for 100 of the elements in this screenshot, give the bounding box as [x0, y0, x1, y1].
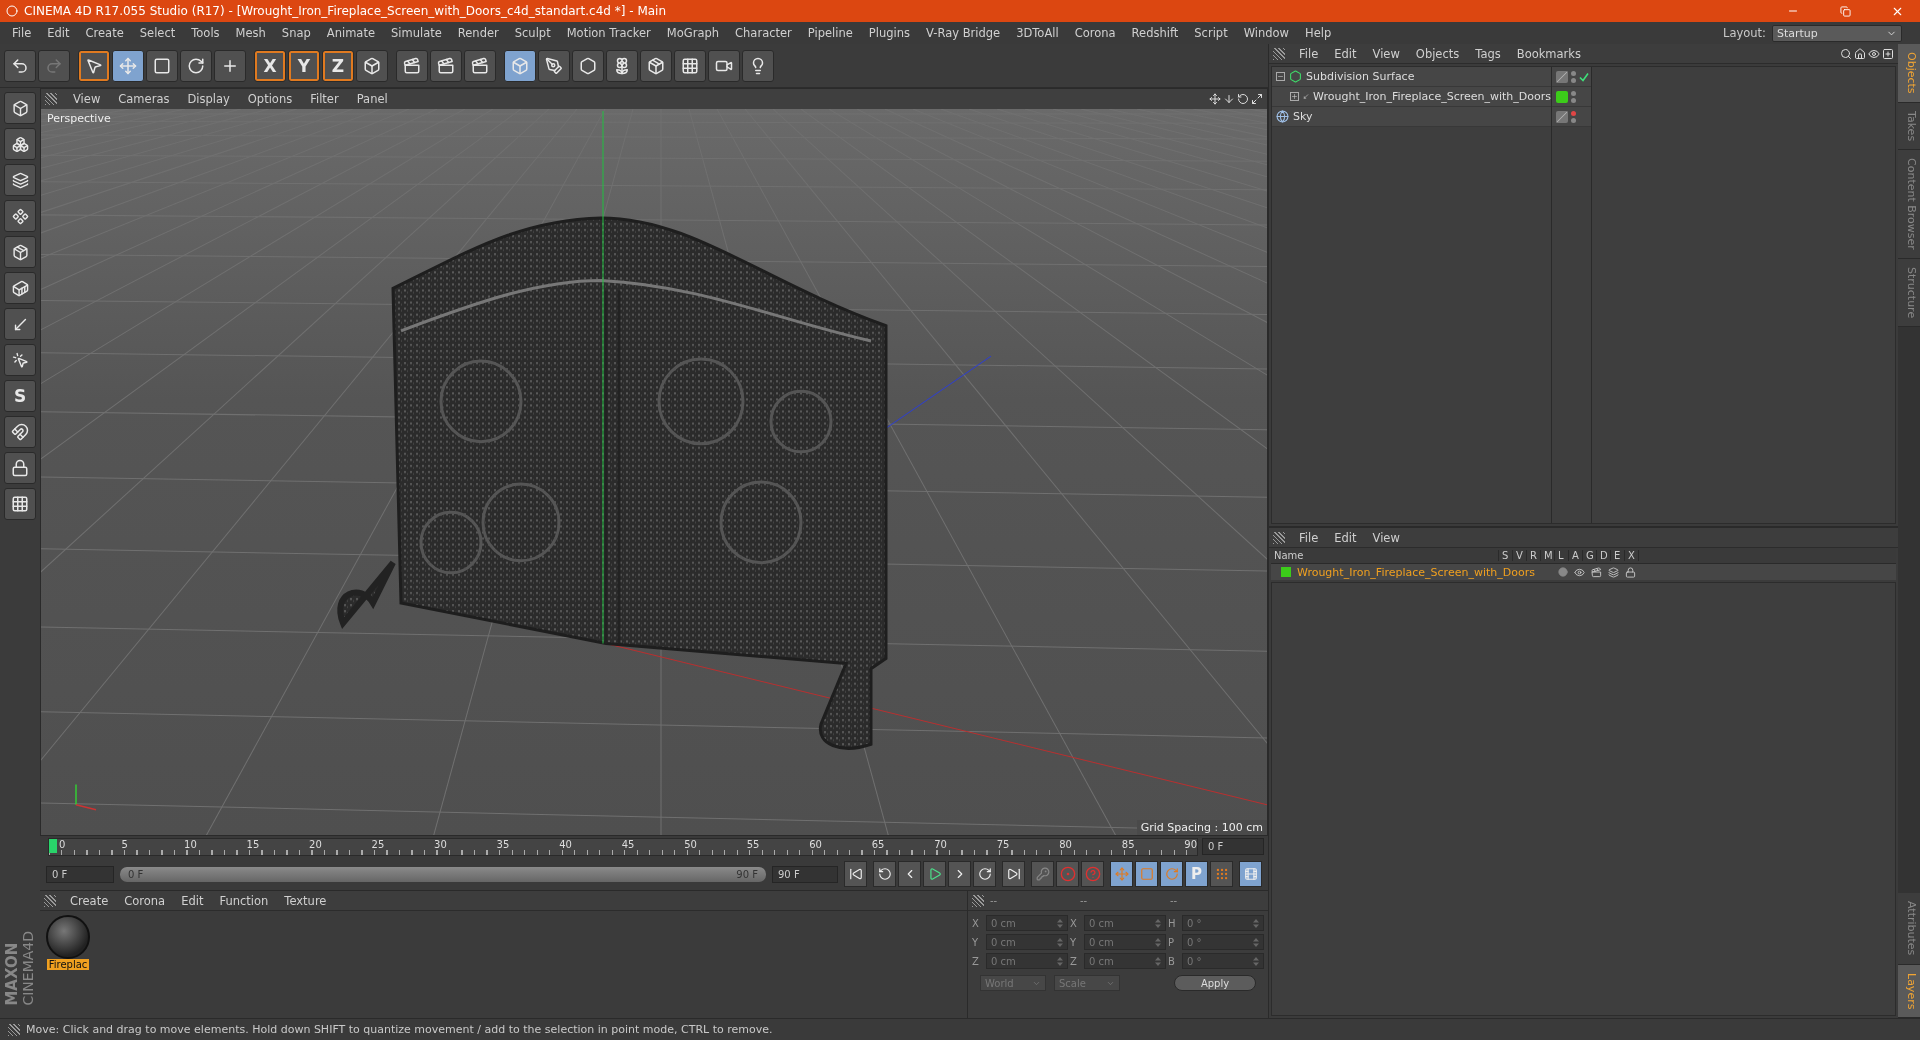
menu-item[interactable]: Character	[727, 26, 800, 40]
go-to-end-button[interactable]	[1002, 861, 1025, 887]
floor-button[interactable]	[674, 49, 706, 82]
next-key-button[interactable]	[973, 861, 996, 887]
collapse-toggle-icon[interactable]	[1276, 72, 1285, 81]
axis-button[interactable]	[4, 308, 36, 340]
grid-button[interactable]	[4, 488, 36, 520]
timeline-button[interactable]	[1239, 861, 1262, 887]
object-menu-item[interactable]: Edit	[1326, 46, 1365, 61]
menu-item[interactable]: Create	[77, 26, 132, 40]
layer-menu-item[interactable]: View	[1364, 530, 1408, 545]
object-row[interactable]: Wrought_Iron_Fireplace_Screen_with_Doors	[1272, 87, 1551, 107]
cube-button[interactable]	[504, 49, 536, 82]
key-position-button[interactable]	[1110, 861, 1133, 887]
timeline-ruler[interactable]: 0 5 10 15 20 25 30 35 40 45 50 55 60 65 70 75 80 85 90	[48, 838, 1198, 856]
viewport-menu-item[interactable]: Display	[179, 92, 238, 106]
menu-item[interactable]: 3DToAll	[1008, 26, 1067, 40]
layer-menu-item[interactable]: File	[1291, 530, 1327, 545]
menu-item[interactable]: Window	[1235, 26, 1297, 40]
viewport-menu-item[interactable]: Panel	[348, 92, 396, 106]
layout-dropdown[interactable]: Startup	[1772, 24, 1902, 42]
menu-item[interactable]: Mesh	[227, 26, 274, 40]
visibility-dots-icon[interactable]	[1571, 110, 1576, 123]
menu-item[interactable]: Corona	[1066, 26, 1124, 40]
material-menu-item[interactable]: Edit	[173, 893, 212, 908]
key-scale-button[interactable]	[1135, 861, 1158, 887]
menu-item[interactable]: Select	[131, 26, 184, 40]
key-rotation-button[interactable]	[1160, 861, 1183, 887]
menu-item[interactable]: MoGraph	[658, 26, 728, 40]
current-frame-field[interactable]: 0 F	[1202, 838, 1264, 855]
apply-button[interactable]: Apply	[1174, 975, 1256, 991]
expand-toggle-icon[interactable]	[1290, 92, 1299, 101]
snap-button[interactable]: S	[4, 380, 36, 412]
menu-item[interactable]: Script	[1186, 26, 1236, 40]
material-menu-item[interactable]: Texture	[276, 893, 335, 908]
cloner-button[interactable]	[606, 49, 638, 82]
axis-lock-button[interactable]: Y	[288, 49, 320, 82]
motion-record-button[interactable]	[1031, 861, 1054, 887]
visibility-dots-icon[interactable]	[1571, 70, 1576, 83]
magnet-button[interactable]	[4, 416, 36, 448]
menu-item[interactable]: Pipeline	[799, 26, 861, 40]
rotate-button[interactable]	[180, 49, 212, 82]
object-menu-item[interactable]: File	[1291, 46, 1327, 61]
light-button[interactable]	[742, 49, 774, 82]
menu-item[interactable]: Tools	[183, 26, 228, 40]
menu-item[interactable]: Render	[449, 26, 507, 40]
previous-frame-button[interactable]	[898, 861, 921, 887]
undo-button[interactable]	[4, 49, 36, 82]
pen-button[interactable]	[538, 49, 570, 82]
camera-button[interactable]	[708, 49, 740, 82]
points-mode-button[interactable]	[4, 200, 36, 232]
object-menu-item[interactable]: View	[1364, 46, 1408, 61]
material-menu-item[interactable]: Corona	[116, 893, 174, 908]
axis-lock-button[interactable]: X	[254, 49, 286, 82]
autokey-button[interactable]	[1081, 861, 1104, 887]
menu-item[interactable]: Edit	[39, 26, 78, 40]
viewport-canvas[interactable]: Perspective Grid Spacing : 100 cm	[41, 109, 1267, 835]
layer-menu-item[interactable]: Edit	[1326, 530, 1365, 545]
object-menu-item[interactable]: Objects	[1407, 46, 1468, 61]
key-points-button[interactable]	[1210, 861, 1233, 887]
menu-item[interactable]: Animate	[318, 26, 383, 40]
record-button[interactable]	[1056, 861, 1079, 887]
menu-item[interactable]: Simulate	[383, 26, 450, 40]
previous-key-button[interactable]	[873, 861, 896, 887]
object-menu-item[interactable]: Tags	[1467, 46, 1509, 61]
enabled-check-icon[interactable]	[1579, 71, 1589, 82]
start-frame-field[interactable]: 0 F	[46, 865, 114, 883]
visibility-dots-icon[interactable]	[1571, 90, 1576, 103]
menu-item[interactable]: V-Ray Bridge	[918, 26, 1009, 40]
move-button[interactable]	[112, 49, 144, 82]
menu-item[interactable]: Redshift	[1123, 26, 1187, 40]
subdivision-button[interactable]	[572, 49, 604, 82]
go-to-start-button[interactable]	[844, 861, 867, 887]
render-settings-button[interactable]	[464, 49, 496, 82]
object-row[interactable]: Subdivision Surface	[1272, 67, 1551, 87]
menu-item[interactable]: Sculpt	[506, 26, 559, 40]
add-button[interactable]	[214, 49, 246, 82]
next-frame-button[interactable]	[948, 861, 971, 887]
render-picture-button[interactable]	[430, 49, 462, 82]
grid-lock-button[interactable]	[4, 452, 36, 484]
material-preview[interactable]	[46, 915, 90, 959]
select-button[interactable]	[78, 49, 110, 82]
material-menu-item[interactable]: Function	[211, 893, 277, 908]
object-row[interactable]: Sky	[1272, 107, 1551, 127]
menu-item[interactable]: File	[4, 26, 40, 40]
end-frame-field[interactable]: 90 F	[772, 865, 838, 883]
menu-item[interactable]: Motion Tracker	[558, 26, 659, 40]
menu-item[interactable]: Plugins	[860, 26, 919, 40]
object-menu-item[interactable]: Bookmarks	[1508, 46, 1589, 61]
menu-item[interactable]: Help	[1297, 26, 1340, 40]
menu-item[interactable]: Snap	[273, 26, 319, 40]
viewport-menu-item[interactable]: Filter	[302, 92, 347, 106]
viewport-menu-item[interactable]: View	[65, 92, 109, 106]
play-button[interactable]	[923, 861, 946, 887]
material-menu-item[interactable]: Create	[62, 893, 117, 908]
viewport-menu-item[interactable]: Options	[239, 92, 301, 106]
render-view-button[interactable]	[396, 49, 428, 82]
axis-lock-button[interactable]: Z	[322, 49, 354, 82]
material-name[interactable]: Fireplac	[46, 959, 90, 970]
layer-row[interactable]: Wrought_Iron_Fireplace_Screen_with_Doors	[1271, 564, 1896, 580]
